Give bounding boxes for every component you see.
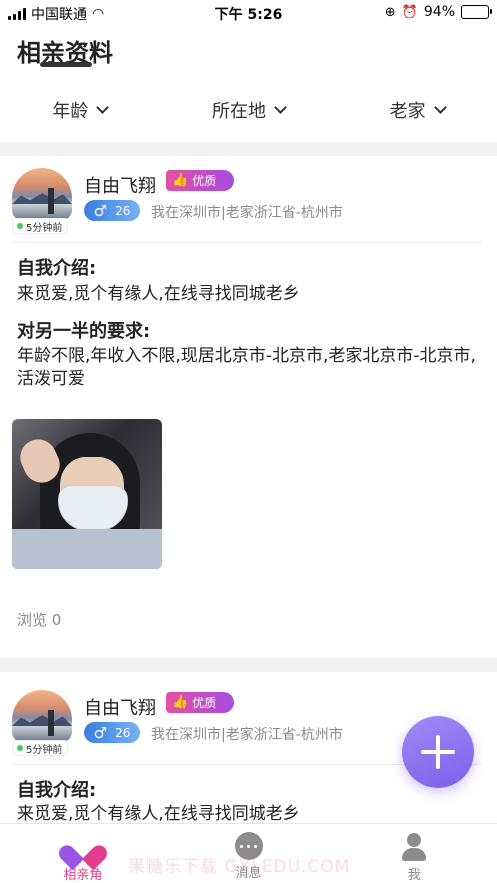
view-count: 浏览 0 [17,611,62,629]
intro-text: 来觅爱,觅个有缘人,在线寻找同城老乡 [17,804,300,823]
quality-badge-label: 优质 [192,174,217,188]
tab-label: 我 [407,868,421,883]
user-name[interactable]: 自由飞翔 [84,694,156,720]
thumbs-up-icon: 👍 [172,695,189,710]
online-time: 5分钟前 [26,744,63,756]
age-value: 26 [115,203,131,218]
hearts-icon [68,832,98,862]
requirements-text: 年龄不限,年收入不限,现居北京市-北京市,老家北京市-北京市,活泼可爱 [17,346,476,389]
online-status-badge: 5分钟前 [12,740,69,756]
profile-card[interactable]: 5分钟前 自由飞翔 👍 优质 ♂ 26 我在深圳市|老家浙江省-杭州市 自我介绍… [0,156,497,658]
location-text: 我在深圳市|老家浙江省-杭州市 [151,727,343,743]
male-icon: ♂ [93,201,108,220]
quality-badge-label: 优质 [192,696,217,710]
person-icon [399,832,429,862]
thumbs-up-icon: 👍 [172,173,189,188]
male-icon: ♂ [93,723,108,742]
avatar-group[interactable]: 5分钟前 [12,690,72,756]
filter-hometown[interactable]: 老家 [389,97,447,123]
battery-icon [461,5,492,19]
chevron-down-icon [274,101,287,114]
filter-label: 年龄 [52,101,89,122]
user-name[interactable]: 自由飞翔 [84,172,156,198]
gender-age-badge: ♂ 26 [84,200,140,221]
status-right: ⊕ ⏰ 94% [384,4,492,20]
location-text: 我在深圳市|老家浙江省-杭州市 [151,205,343,221]
online-time: 5分钟前 [26,222,63,234]
section-divider [0,142,497,156]
chevron-down-icon [433,101,447,114]
add-post-button[interactable] [402,716,474,788]
filter-bar: 年龄 所在地 老家 [0,88,497,132]
title-underline [40,62,92,67]
intro-title: 自我介绍: [17,780,97,801]
quality-badge: 👍 优质 [166,170,234,191]
section-divider [0,658,497,672]
status-bar: 中国联通 ◠ 下午 5:26 ⊕ ⏰ 94% [0,0,497,26]
card-divider [12,242,482,243]
requirements-title: 对另一半的要求: [17,321,151,342]
gender-age-badge: ♂ 26 [84,722,140,743]
age-value: 26 [115,725,131,740]
avatar[interactable] [12,168,72,220]
online-status-badge: 5分钟前 [12,218,69,234]
intro-text: 来觅爱,觅个有缘人,在线寻找同城老乡 [17,284,300,304]
chevron-down-icon [96,101,110,114]
alarm-icon: ⏰ [401,4,418,20]
online-dot-icon [17,745,23,751]
rotation-lock-icon: ⊕ [384,4,396,20]
online-dot-icon [17,223,23,229]
tab-me[interactable]: 我 [331,824,497,883]
post-photo[interactable] [12,419,162,569]
quality-badge: 👍 优质 [166,692,234,713]
avatar-group[interactable]: 5分钟前 [12,168,72,234]
filter-location[interactable]: 所在地 [211,97,287,123]
intro-title: 自我介绍: [17,258,97,279]
filter-label: 老家 [389,101,426,122]
battery-percent: 94% [423,4,455,20]
avatar[interactable] [12,690,72,742]
filter-label: 所在地 [211,101,266,122]
filter-age[interactable]: 年龄 [52,97,110,123]
watermark: 果糖乐下载 GXLEDU.COM [128,857,351,877]
